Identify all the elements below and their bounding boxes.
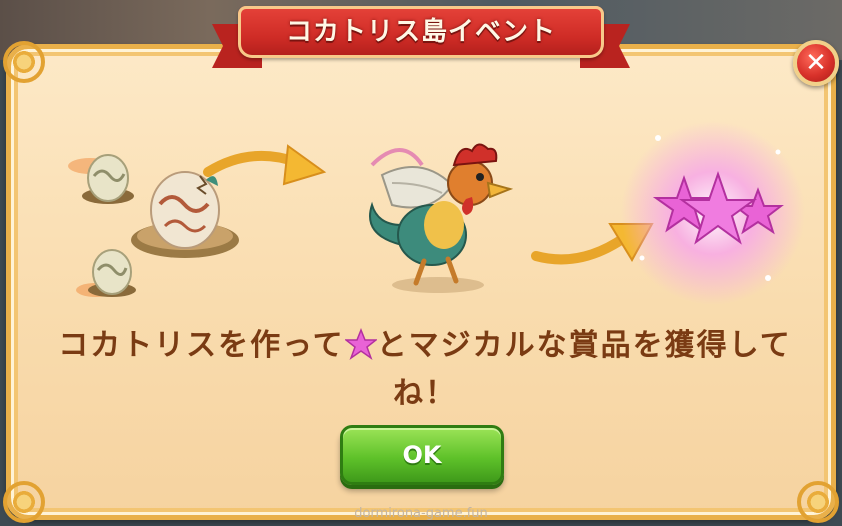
magic-star-icon xyxy=(344,328,377,360)
magic-stars-icon xyxy=(621,121,805,305)
message-text-start: コカトリスを作って xyxy=(58,328,345,363)
event-message: コカトリスを作って とマジカルな賞品を獲得してね！ xyxy=(40,322,810,418)
message-text-end: とマジカルな賞品を獲得してね！ xyxy=(376,328,792,411)
corner-ornament xyxy=(3,41,45,83)
ok-button[interactable]: OK xyxy=(340,425,504,485)
watermark: dormirona-game.fun xyxy=(354,506,488,521)
title-ribbon: コカトリス島イベント xyxy=(212,6,630,68)
cockatrice-icon xyxy=(369,143,514,293)
arrow-icon xyxy=(203,144,327,186)
dialog-title: コカトリス島イベント xyxy=(285,17,556,47)
close-button[interactable]: ✕ xyxy=(793,40,839,86)
